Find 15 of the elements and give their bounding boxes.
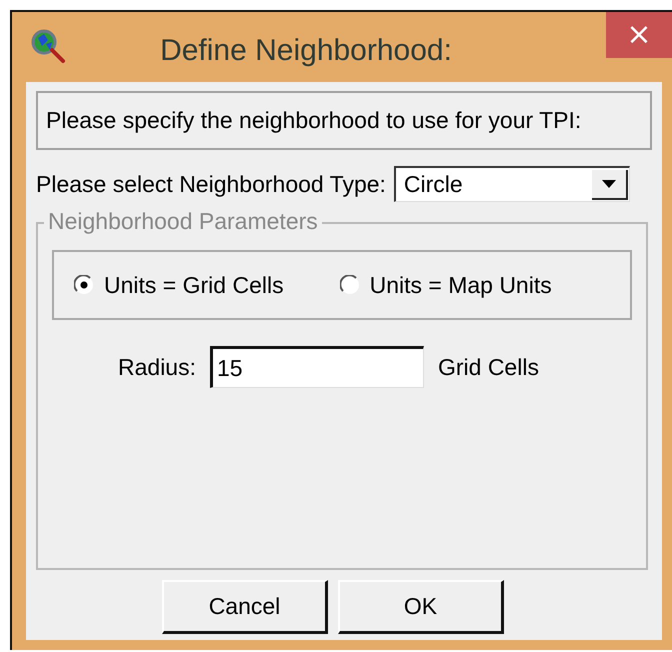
units-radio[interactable]: Units = Grid Cells (74, 272, 284, 298)
close-button[interactable]: × (606, 12, 672, 58)
dialog-button[interactable]: OK (338, 580, 504, 634)
radio-icon[interactable] (340, 275, 360, 295)
magnifier-globe-icon (30, 28, 66, 64)
radio-icon[interactable] (74, 275, 94, 295)
instruction-text: Please specify the neighborhood to use for your TPI: (36, 91, 652, 150)
radius-label: Radius: (118, 354, 196, 380)
window-title: Define Neighborhood: (159, 34, 453, 68)
unit-label: Grid Cells (438, 354, 539, 380)
type-label: Please select Neighborhood Type: (36, 170, 386, 198)
type-dropdown[interactable]: Circle (394, 166, 630, 202)
dialog-button[interactable]: Cancel (162, 580, 328, 634)
units-radio[interactable]: Units = Map Units (340, 272, 552, 298)
radius-field[interactable]: 15 (210, 346, 424, 388)
